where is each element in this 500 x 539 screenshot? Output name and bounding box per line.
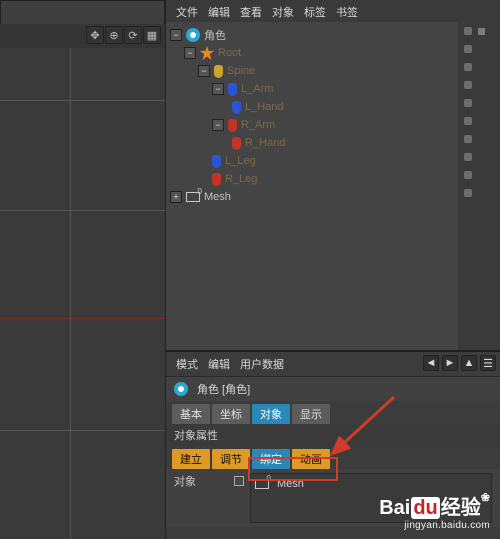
viewport[interactable]: ✥ ⊕ ⟳ ▦ [0, 0, 165, 539]
node-label[interactable]: L_Leg [225, 155, 256, 167]
expander-icon[interactable]: − [198, 65, 210, 77]
attribute-tab-row-1: 基本 坐标 对象 显示 [166, 401, 500, 424]
nav-up-button[interactable]: ▲ [461, 355, 477, 371]
attribute-title: 角色 [角色] [197, 381, 250, 397]
tree-node-rleg: R_Leg [170, 170, 454, 188]
menu-view[interactable]: 查看 [240, 4, 262, 20]
menu-bookmark[interactable]: 书签 [336, 4, 358, 20]
node-label[interactable]: R_Leg [225, 173, 257, 185]
camera-icon[interactable]: ▦ [143, 26, 161, 44]
highlight-box [248, 457, 338, 481]
tab-display[interactable]: 显示 [292, 404, 330, 424]
visibility-toggle[interactable] [464, 189, 472, 197]
viewport-nav-controls: ✥ ⊕ ⟳ ▦ [86, 26, 161, 44]
object-manager: 文件 编辑 查看 对象 标签 书签 − 角色 − Root [166, 0, 500, 350]
lock-button[interactable]: ☰ [480, 355, 496, 371]
node-label[interactable]: Spine [227, 65, 255, 77]
tree-node-larm: − L_Arm [170, 80, 454, 98]
node-label[interactable]: R_Hand [245, 137, 285, 149]
node-label[interactable]: Root [218, 47, 241, 59]
tree-node-rhand: R_Hand [170, 134, 454, 152]
menu-object[interactable]: 对象 [272, 4, 294, 20]
tab-object[interactable]: 对象 [252, 404, 290, 424]
link-bullet-icon[interactable] [234, 476, 244, 486]
joint-icon [228, 83, 237, 96]
expander-icon[interactable]: + [170, 191, 182, 203]
visibility-toggle[interactable] [464, 45, 472, 53]
nav-fwd-button[interactable]: ► [442, 355, 458, 371]
expander-icon[interactable]: − [212, 83, 224, 95]
expander-icon[interactable]: − [170, 29, 182, 41]
joint-icon [214, 65, 223, 78]
rotate-icon[interactable]: ⟳ [124, 26, 142, 44]
tab-adjust[interactable]: 调节 [212, 449, 250, 469]
joint-icon [232, 137, 241, 150]
joint-icon [232, 101, 241, 114]
attribute-manager-menu: 模式 编辑 用户数据 ◄ ► ▲ ☰ [166, 352, 500, 377]
node-label[interactable]: Mesh [204, 191, 231, 203]
tab-coord[interactable]: 坐标 [212, 404, 250, 424]
pan-icon[interactable]: ✥ [86, 26, 104, 44]
expander-icon[interactable]: − [184, 47, 196, 59]
menu-file[interactable]: 文件 [176, 4, 198, 20]
visibility-toggle[interactable] [464, 171, 472, 179]
tab-basic[interactable]: 基本 [172, 404, 210, 424]
tree-node-root: − Root [170, 44, 454, 62]
character-icon [186, 28, 200, 42]
expander-icon[interactable]: − [212, 119, 224, 131]
node-label[interactable]: 角色 [204, 27, 226, 43]
tab-build[interactable]: 建立 [172, 449, 210, 469]
tree-node-mesh: + Mesh [170, 188, 454, 206]
tree-node-lleg: L_Leg [170, 152, 454, 170]
node-label[interactable]: L_Hand [245, 101, 284, 113]
menu-userdata[interactable]: 用户数据 [240, 356, 284, 372]
visibility-toggle[interactable] [464, 153, 472, 161]
tree-node-rarm: − R_Arm [170, 116, 454, 134]
layer-swatch[interactable] [478, 28, 485, 35]
section-header: 对象属性 [166, 424, 500, 446]
joint-icon [212, 155, 221, 168]
visibility-toggle[interactable] [464, 99, 472, 107]
joint-icon [228, 119, 237, 132]
zoom-icon[interactable]: ⊕ [105, 26, 123, 44]
tree-node-lhand: L_Hand [170, 98, 454, 116]
nav-back-button[interactable]: ◄ [423, 355, 439, 371]
menu-edit[interactable]: 编辑 [208, 356, 230, 372]
watermark: Baidu经验❀ jingyan.baidu.com [379, 491, 490, 531]
object-flags-column [458, 22, 500, 350]
visibility-toggle[interactable] [464, 63, 472, 71]
joint-icon [212, 173, 221, 186]
node-label[interactable]: L_Arm [241, 83, 273, 95]
visibility-toggle[interactable] [464, 81, 472, 89]
menu-mode[interactable]: 模式 [176, 356, 198, 372]
hierarchy-tree[interactable]: − 角色 − Root − Spine [166, 22, 458, 210]
visibility-toggle[interactable] [464, 117, 472, 125]
visibility-toggle[interactable] [464, 27, 472, 35]
menu-tag[interactable]: 标签 [304, 4, 326, 20]
root-icon [200, 46, 214, 60]
field-label: 对象 [174, 473, 234, 489]
tree-node-spine: − Spine [170, 62, 454, 80]
character-icon [174, 382, 188, 396]
visibility-toggle[interactable] [464, 135, 472, 143]
mesh-icon [186, 192, 200, 202]
menu-edit[interactable]: 编辑 [208, 4, 230, 20]
node-label[interactable]: R_Arm [241, 119, 275, 131]
tree-node-character: − 角色 [170, 26, 454, 44]
